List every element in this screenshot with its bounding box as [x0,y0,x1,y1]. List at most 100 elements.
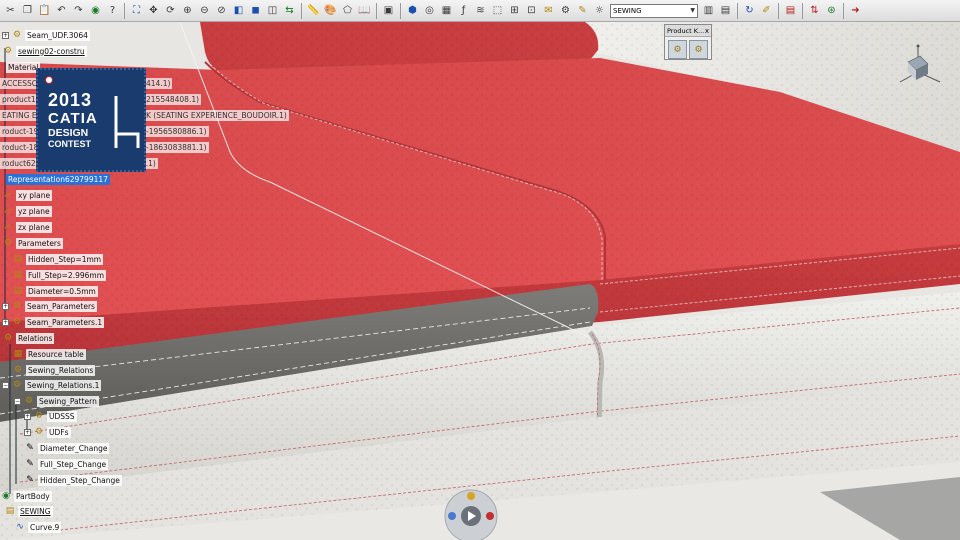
shading-icon[interactable]: ◼ [248,3,263,18]
badge-line-3: CONTEST [48,139,92,149]
workbench-select[interactable]: SEWING ▼ [610,3,698,18]
tree-item-udsss[interactable]: + ⚙ UDSSS [24,410,77,422]
shape-icon[interactable]: ⬠ [340,3,355,18]
catalog-icon[interactable]: 📖 [357,3,372,18]
expand-icon[interactable]: + [2,318,9,326]
law-icon[interactable]: ≋ [473,3,488,18]
tree-item-hidden-step-change[interactable]: ✎ Hidden_Step_Change [24,474,122,486]
stop-icon [486,512,494,520]
tree-item-full-step-change[interactable]: ✎ Full_Step_Change [24,458,109,470]
manipulate-icon[interactable]: ⬚ [490,3,505,18]
tree-item-udfs[interactable]: + ⚙ UDFs [24,426,71,438]
knowledge-advisor-icon[interactable]: ⚙ [689,40,708,59]
tree-item-seam-parameters[interactable]: + ⚙ Seam_Parameters [2,300,97,312]
hide-show-icon[interactable]: ◫ [265,3,280,18]
close-icon[interactable]: x [705,27,709,35]
tree-item-diameter[interactable]: ▤ Diameter=0.5mm [12,285,98,297]
cube-icon[interactable]: ⬢ [405,3,420,18]
globe2-icon[interactable]: ⊛ [824,3,839,18]
copy-icon[interactable]: ❐ [20,3,35,18]
cut-icon[interactable]: ✂ [3,3,18,18]
render-icon[interactable]: ☼ [592,3,607,18]
tree-item-diameter-change[interactable]: ✎ Diameter_Change [24,442,110,454]
expand-icon[interactable]: + [24,428,31,436]
expand-icon[interactable]: + [2,31,9,39]
compass-icon[interactable] [890,42,946,94]
sketch-icon[interactable]: ▣ [381,3,396,18]
tree-item-seam-udf[interactable]: + ⚙ Seam_UDF.3064 [2,29,90,41]
tree-item-sewing-relations-1[interactable]: − ⚙ Sewing_Relations.1 [2,379,102,391]
paint-icon[interactable]: ✎ [575,3,590,18]
rule-icon: ✎ [26,459,34,469]
udf-icon: ⚙ [34,411,44,421]
plane-icon: ▱ [4,222,12,232]
tree-item-curve-9[interactable]: ∿ Curve.9 [14,521,62,533]
zoom-in-icon[interactable]: ⊕ [180,3,195,18]
globe-icon[interactable]: ◉ [88,3,103,18]
snap-icon[interactable]: ⊞ [507,3,522,18]
tree-item-product-18[interactable]: roduct-18 [0,141,41,153]
tree-item-sewing-pattern[interactable]: − ⚙ Sewing_Pattern [14,395,99,407]
apply-material-icon[interactable]: 🎨 [323,3,338,18]
tree-item-hidden-step[interactable]: ▤ Hidden_Step=1mm [12,253,104,265]
tree-item-sewing[interactable]: ▤ SEWING [4,505,53,517]
bars-icon[interactable]: ▥ [701,3,716,18]
reactive-feature-icon[interactable]: ⚙ [668,40,687,59]
tree-item-relations[interactable]: ⚙ Relations [2,332,55,344]
parameters-icon: ⚙ [3,238,13,248]
tree-item-seam-parameters-1[interactable]: + ⚙ Seam_Parameters.1 [2,316,105,328]
expand-icon[interactable]: + [24,412,31,420]
rotate-icon[interactable]: ⟳ [163,3,178,18]
table-icon[interactable]: ▦ [439,3,454,18]
measure-icon[interactable]: 📏 [306,3,321,18]
arrow-icon[interactable]: ➜ [848,3,863,18]
paste-icon[interactable]: 📋 [37,3,52,18]
iso-view-icon[interactable]: ◧ [231,3,246,18]
tree-item-representation[interactable]: Representation629799117 [6,173,110,185]
arrows-icon[interactable]: ⇅ [807,3,822,18]
document-icon[interactable]: ▤ [783,3,798,18]
sun-icon [467,492,475,500]
normal-view-icon[interactable]: ⊘ [214,3,229,18]
badge-close-dot[interactable] [45,76,53,84]
body-icon: ◉ [2,491,10,501]
formula-icon[interactable]: ƒ [456,3,471,18]
pan-icon[interactable]: ✥ [146,3,161,18]
open-doc-icon[interactable]: ✉ [541,3,556,18]
clash-icon[interactable]: ⚙ [558,3,573,18]
geometrical-set-icon: ▤ [5,506,15,516]
brush-icon[interactable]: ✐ [759,3,774,18]
tree-item-resource-table[interactable]: ▦ Resource table [12,348,86,360]
redo-icon[interactable]: ↷ [71,3,86,18]
swap-icon[interactable]: ⇆ [282,3,297,18]
design-contest-badge: 2013 CATIA DESIGN CONTEST [36,68,146,172]
tree-item-yz-plane[interactable]: ▱ yz plane [2,205,52,217]
tree-item-sewing02[interactable]: ⚙ sewing02-constru [2,45,87,57]
relation-icon: ⚙ [12,380,22,390]
expand-icon[interactable]: − [2,381,9,389]
navigation-hud[interactable] [440,486,502,540]
chevron-down-icon: ▼ [690,7,695,14]
sync-icon[interactable]: ↻ [742,3,757,18]
tree-item-product121-suffix: 215548408.1) [144,93,202,105]
collapse-icon[interactable]: − [14,397,21,405]
tree-item-product-19[interactable]: roduct-19 [0,125,41,137]
zoom-out-icon[interactable]: ⊖ [197,3,212,18]
tree-item-zx-plane[interactable]: ▱ zx plane [2,221,52,233]
badge-line-1: CATIA [48,110,98,127]
tree-item-xy-plane[interactable]: ▱ xy plane [2,189,53,201]
undo-icon[interactable]: ↶ [54,3,69,18]
help-icon[interactable]: ? [105,3,120,18]
tree-item-sewing-relations[interactable]: ⚙ Sewing_Relations [12,364,96,376]
analysis-icon[interactable]: ◎ [422,3,437,18]
grid-icon[interactable]: ▤ [718,3,733,18]
tree-item-parameters[interactable]: ⚙ Parameters [2,237,63,249]
fit-all-icon[interactable]: ⛶ [129,3,144,18]
plan-icon[interactable]: ⊡ [524,3,539,18]
product-knowledge-panel: Product K... x ⚙ ⚙ [664,24,712,60]
tree-item-full-step[interactable]: ▤ Full_Step=2.996mm [12,269,107,281]
expand-icon[interactable]: + [2,302,9,310]
plane-icon: ▱ [4,190,12,200]
tree-item-product-19-suffix: -1956580886.1) [144,125,209,137]
tree-item-partbody[interactable]: ◉ PartBody [0,490,52,502]
